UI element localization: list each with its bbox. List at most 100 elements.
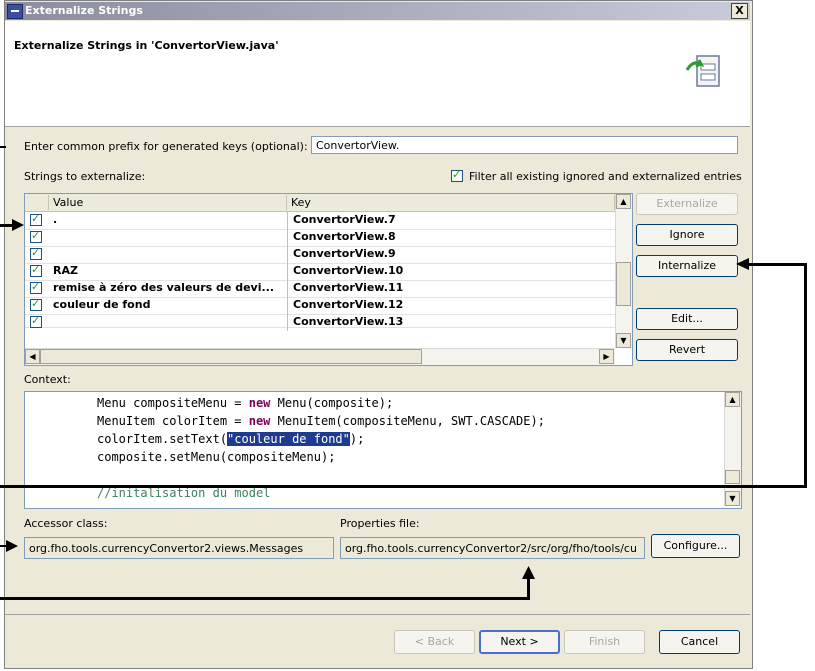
properties-file-label: Properties file:: [340, 517, 420, 530]
row-key: ConvertorView.11: [293, 281, 404, 294]
scroll-up-icon[interactable]: ▲: [616, 194, 631, 209]
arrowhead-left-icon: [736, 258, 749, 270]
table-row[interactable]: remise à zéro des valeurs de devi... Con…: [25, 280, 615, 298]
row-value: RAZ: [53, 264, 78, 277]
table-vertical-scrollbar[interactable]: ▲ ▼: [615, 194, 632, 348]
scroll-down-icon[interactable]: ▼: [616, 333, 631, 348]
code-selected-string: "couleur de fond": [227, 432, 350, 446]
code-line: MenuItem colorItem = new MenuItem(compos…: [97, 414, 545, 428]
context-label: Context:: [24, 373, 71, 386]
row-value: remise à zéro des valeurs de devi...: [53, 281, 275, 294]
header-check-col: [25, 195, 49, 210]
strings-table[interactable]: Value Key . ConvertorView.7 ConvertorVie…: [24, 193, 633, 366]
arrowhead-right-icon: [6, 540, 18, 552]
footer-separator: [5, 614, 750, 615]
column-divider: [287, 246, 288, 263]
accessor-class-field[interactable]: org.fho.tools.currencyConvertor2.views.M…: [24, 537, 334, 559]
edit-button[interactable]: Edit...: [636, 308, 738, 330]
column-divider: [287, 212, 288, 229]
row-checkbox[interactable]: [30, 212, 42, 226]
wizard-header: Externalize Strings in 'ConvertorView.ja…: [5, 21, 750, 127]
row-value: couleur de fond: [53, 298, 151, 311]
filter-checkbox[interactable]: [451, 168, 463, 182]
annotation-line-vertical-right: [804, 263, 807, 487]
table-horizontal-scrollbar[interactable]: ◀ ▶: [25, 348, 615, 365]
row-checkbox[interactable]: [30, 297, 42, 311]
scroll-thumb[interactable]: [40, 349, 422, 364]
scroll-down-icon[interactable]: ▼: [725, 491, 740, 506]
row-key: ConvertorView.13: [293, 315, 404, 328]
app-icon: [7, 4, 23, 19]
filter-checkbox-label: Filter all existing ignored and external…: [469, 170, 742, 183]
prefix-input[interactable]: ConvertorView.: [311, 136, 738, 154]
strings-label: Strings to externalize:: [24, 170, 146, 183]
column-divider: [287, 229, 288, 246]
table-row[interactable]: . ConvertorView.7: [25, 212, 615, 230]
scroll-right-icon[interactable]: ▶: [599, 349, 614, 364]
column-value[interactable]: Value: [49, 195, 287, 210]
row-checkbox[interactable]: [30, 229, 42, 243]
column-divider: [287, 263, 288, 280]
code-text: );: [349, 432, 365, 446]
ignore-button[interactable]: Ignore: [636, 224, 738, 246]
code-text: Menu compositeMenu =: [97, 396, 249, 410]
code-text: MenuItem colorItem =: [97, 414, 249, 428]
scroll-thumb[interactable]: [616, 262, 631, 306]
prefix-label: Enter common prefix for generated keys (…: [24, 140, 308, 153]
table-header: Value Key: [25, 194, 615, 212]
context-vertical-scrollbar[interactable]: ▲ ▼: [724, 392, 741, 506]
title-bar[interactable]: Externalize Strings: [5, 2, 750, 20]
table-row[interactable]: RAZ ConvertorView.10: [25, 263, 615, 281]
revert-button[interactable]: Revert: [636, 339, 738, 361]
row-checkbox[interactable]: [30, 246, 42, 260]
properties-file-field[interactable]: org.fho.tools.currencyConvertor2/src/org…: [340, 537, 645, 559]
code-line: colorItem.setText("couleur de fond");: [97, 432, 364, 446]
column-divider: [287, 314, 288, 331]
arrowhead-right-icon: [12, 219, 24, 231]
scroll-left-icon[interactable]: ◀: [25, 349, 40, 364]
arrowhead-up-icon: [522, 566, 535, 579]
row-value: .: [53, 213, 58, 226]
annotation-line-context: [0, 485, 807, 488]
row-checkbox[interactable]: [30, 280, 42, 294]
externalize-button[interactable]: Externalize: [636, 193, 738, 215]
table-row[interactable]: ConvertorView.8: [25, 229, 615, 247]
externalize-wizard-icon: [685, 55, 720, 87]
column-divider: [287, 280, 288, 297]
column-divider: [287, 297, 288, 314]
row-key: ConvertorView.8: [293, 230, 396, 243]
internalize-button[interactable]: Internalize: [636, 255, 738, 277]
row-key: ConvertorView.12: [293, 298, 404, 311]
column-key[interactable]: Key: [287, 195, 615, 210]
annotation-line-internalize: [748, 263, 806, 266]
code-text: Menu(composite);: [270, 396, 394, 410]
table-row[interactable]: ConvertorView.13: [25, 314, 615, 331]
configure-button[interactable]: Configure...: [651, 534, 740, 558]
table-row[interactable]: couleur de fond ConvertorView.12: [25, 297, 615, 315]
annotation-line-properties: [0, 597, 530, 600]
row-checkbox[interactable]: [30, 314, 42, 328]
code-keyword: new: [248, 396, 271, 410]
annotation-arrow-prefix: [0, 146, 6, 148]
annotation-line-properties-vertical: [527, 578, 530, 600]
code-line: Menu compositeMenu = new Menu(composite)…: [97, 396, 393, 410]
window-title: Externalize Strings: [25, 4, 143, 17]
table-row[interactable]: ConvertorView.9: [25, 246, 615, 264]
row-key: ConvertorView.9: [293, 247, 396, 260]
row-key: ConvertorView.10: [293, 264, 404, 277]
finish-button[interactable]: Finish: [564, 630, 645, 654]
accessor-class-label: Accessor class:: [24, 517, 108, 530]
code-text: MenuItem(compositeMenu, SWT.CASCADE);: [270, 414, 545, 428]
context-source-viewer[interactable]: Menu compositeMenu = new Menu(composite)…: [24, 391, 742, 509]
close-button[interactable]: X: [731, 3, 748, 19]
next-button[interactable]: Next >: [479, 630, 560, 654]
code-text: colorItem.setText(: [97, 432, 228, 446]
cancel-button[interactable]: Cancel: [659, 630, 740, 654]
back-button[interactable]: < Back: [394, 630, 475, 654]
scroll-up-icon[interactable]: ▲: [725, 392, 740, 407]
row-key: ConvertorView.7: [293, 213, 396, 226]
code-comment-line: //initalisation du model: [97, 486, 271, 500]
row-checkbox[interactable]: [30, 263, 42, 277]
code-keyword: new: [248, 414, 271, 428]
scroll-thumb[interactable]: [725, 470, 740, 484]
